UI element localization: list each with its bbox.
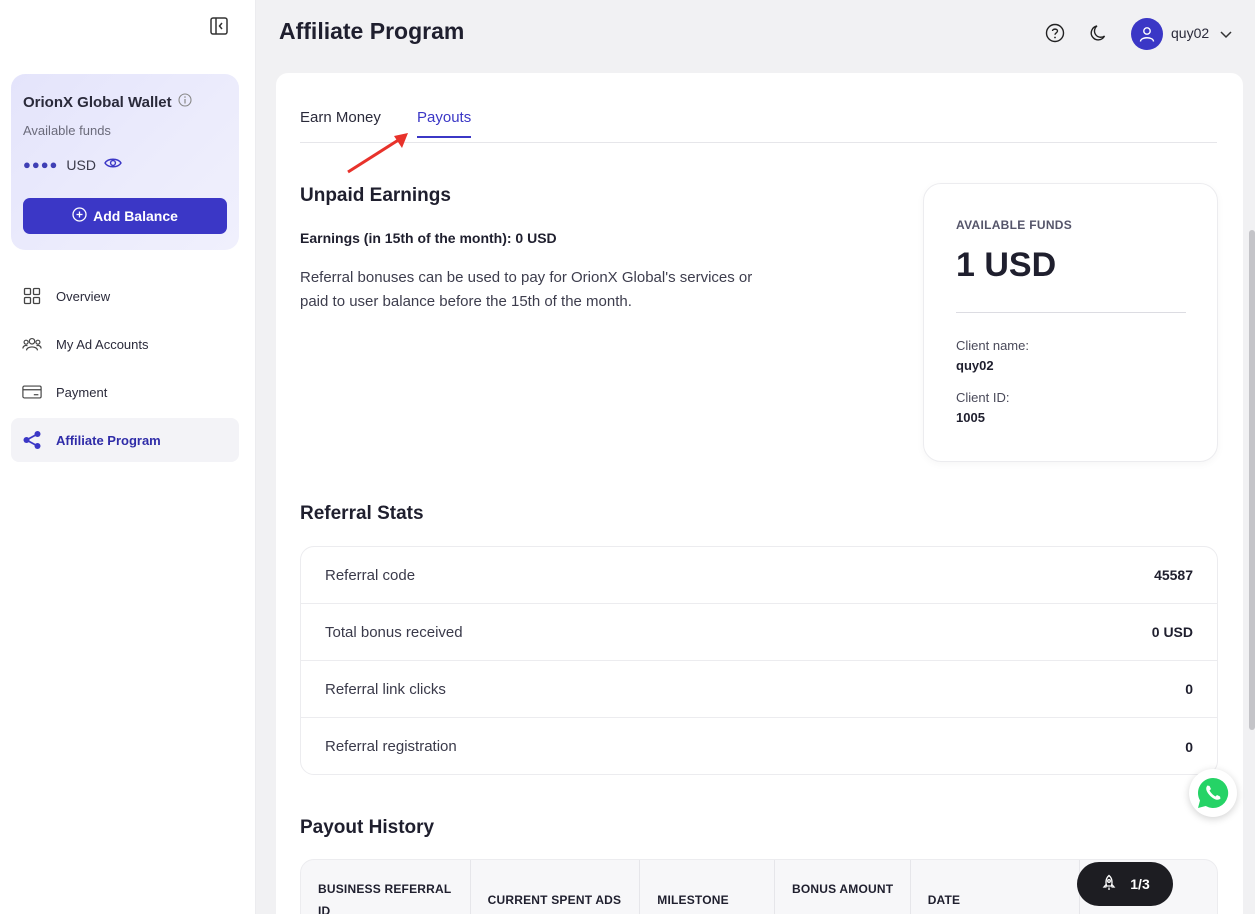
masked-balance: ●●●● — [23, 157, 59, 172]
column-header-bonus-amount: BONUS AMOUNT — [775, 860, 911, 914]
sidebar-nav: Overview My Ad Accounts Payment Affiliat… — [11, 274, 239, 466]
info-icon[interactable] — [178, 93, 192, 111]
annotation-arrow-icon — [347, 133, 408, 174]
share-icon — [22, 430, 42, 450]
column-header-milestone: MILESTONE — [640, 860, 775, 914]
tab-payouts[interactable]: Payouts — [417, 109, 472, 138]
stat-row-link-clicks: Referral link clicks 0 — [301, 661, 1217, 718]
sidebar-item-payment[interactable]: Payment — [11, 370, 239, 414]
add-balance-label: Add Balance — [93, 208, 178, 224]
wallet-balance: ●●●● USD — [23, 156, 122, 173]
pager-label: 1/3 — [1130, 876, 1150, 892]
users-icon — [22, 334, 42, 354]
stat-value: 0 — [1185, 738, 1193, 755]
whatsapp-icon — [1197, 777, 1229, 808]
sidebar-collapse-icon[interactable] — [209, 16, 229, 36]
chevron-down-icon[interactable] — [1219, 27, 1233, 41]
tab-bar: Earn Money Payouts — [300, 103, 1217, 143]
stat-row-total-bonus: Total bonus received 0 USD — [301, 604, 1217, 661]
divider — [956, 312, 1186, 313]
sidebar-item-my-ad-accounts[interactable]: My Ad Accounts — [11, 322, 239, 366]
add-balance-button[interactable]: Add Balance — [23, 198, 227, 234]
stat-row-registration: Referral registration 0 — [301, 718, 1217, 774]
stat-value: 45587 — [1154, 567, 1193, 583]
available-funds-card: AVAILABLE FUNDS 1 USD Client name: quy02… — [923, 183, 1218, 462]
unpaid-earnings-title: Unpaid Earnings — [300, 185, 451, 206]
card-icon — [22, 382, 42, 402]
sidebar-item-overview[interactable]: Overview — [11, 274, 239, 318]
sidebar-item-label: Payment — [56, 384, 108, 400]
wallet-card: OrionX Global Wallet Available funds ●●●… — [11, 74, 239, 250]
main-card: Earn Money Payouts Unpaid Earnings Earni… — [276, 73, 1243, 914]
onboarding-pager[interactable]: 1/3 — [1077, 862, 1173, 906]
stat-value: 0 — [1185, 681, 1193, 697]
sidebar: OrionX Global Wallet Available funds ●●●… — [0, 0, 256, 914]
page-title: Affiliate Program — [279, 18, 465, 44]
sidebar-item-label: Overview — [56, 288, 111, 304]
referral-description: Referral bonuses can be used to pay for … — [300, 269, 753, 310]
earnings-line: Earnings (in 15th of the month): 0 USD — [300, 230, 557, 246]
client-name-label: Client name: — [956, 338, 1029, 353]
payout-history-title: Payout History — [300, 817, 435, 838]
stat-value: 0 USD — [1151, 624, 1193, 640]
wallet-subtitle: Available funds — [23, 123, 111, 138]
stat-label: Referral link clicks — [325, 680, 446, 698]
stat-label: Total bonus received — [325, 623, 463, 641]
referral-stats-title: Referral Stats — [300, 503, 424, 524]
avatar[interactable] — [1131, 18, 1163, 50]
scrollbar[interactable] — [1249, 230, 1255, 730]
rocket-icon — [1100, 874, 1118, 895]
sidebar-item-label: My Ad Accounts — [56, 336, 149, 352]
client-id-value: 1005 — [956, 410, 985, 425]
wallet-title-text: OrionX Global Wallet — [23, 93, 172, 111]
column-header-business-referral-id: BUSINESS REFERRAL ID — [301, 860, 471, 914]
column-header-current-spent-ads: CURRENT SPENT ADS — [471, 860, 641, 914]
wallet-currency: USD — [66, 156, 96, 173]
stat-label: Referral code — [325, 566, 416, 584]
stat-label: Referral registration — [325, 738, 457, 755]
client-id-label: Client ID: — [956, 390, 1010, 405]
plus-circle-icon — [72, 207, 87, 225]
wallet-title: OrionX Global Wallet — [23, 93, 192, 111]
moon-icon[interactable] — [1088, 22, 1110, 44]
stat-row-referral-code: Referral code 45587 — [301, 547, 1217, 604]
sidebar-item-affiliate-program[interactable]: Affiliate Program — [11, 418, 239, 462]
whatsapp-button[interactable] — [1189, 769, 1237, 817]
eye-icon[interactable] — [104, 156, 122, 173]
referral-stats-table: Referral code 45587 Total bonus received… — [300, 546, 1218, 775]
column-header-date: DATE — [911, 860, 1081, 914]
available-funds-value: 1 USD — [956, 246, 1057, 284]
grid-icon — [22, 286, 42, 306]
help-icon[interactable] — [1044, 22, 1066, 44]
client-name-value: quy02 — [956, 358, 994, 373]
available-funds-label: AVAILABLE FUNDS — [956, 218, 1073, 232]
username[interactable]: quy02 — [1171, 25, 1209, 41]
sidebar-item-label: Affiliate Program — [56, 432, 161, 448]
